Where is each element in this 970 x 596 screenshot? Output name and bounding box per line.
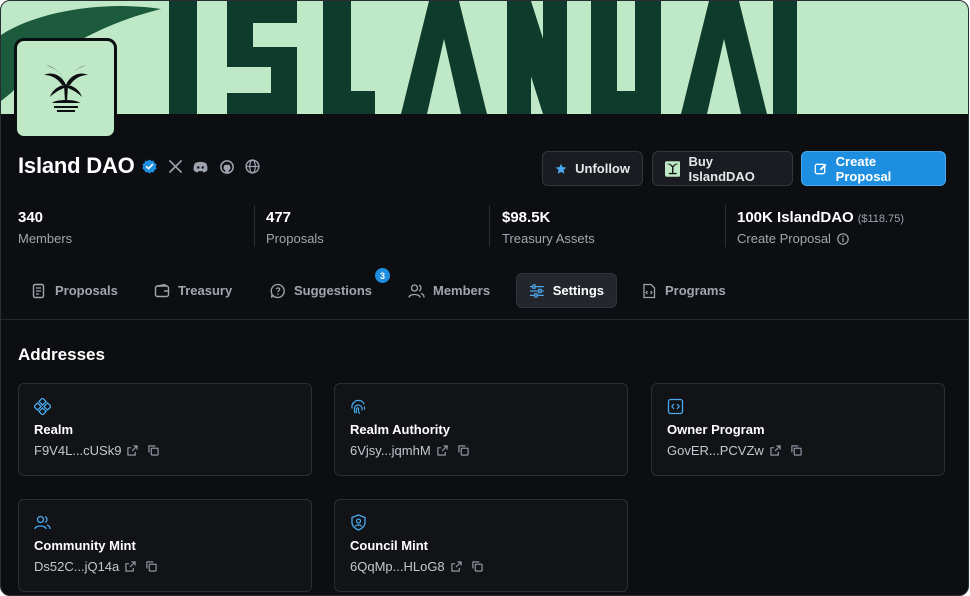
address-value: GovER...PCVZw (667, 443, 764, 458)
copy-icon[interactable] (472, 561, 483, 572)
stat-members: 340 Members (18, 209, 72, 246)
address-card-realm: Realm F9V4L...cUSk9 (18, 383, 312, 476)
stat-value: $98.5K (502, 209, 551, 226)
x-twitter-icon[interactable] (167, 158, 184, 175)
token-icon (665, 160, 681, 177)
info-icon[interactable] (837, 232, 849, 245)
external-link-icon[interactable] (451, 561, 462, 572)
address-label: Realm Authority (350, 422, 450, 437)
tab-suggestions[interactable]: Suggestions (258, 273, 384, 308)
fingerprint-icon (351, 399, 366, 415)
discord-icon[interactable] (192, 158, 209, 175)
address-value: 6Vjsy...jqmhM (350, 443, 431, 458)
address-value: 6QqMp...HLoG8 (350, 559, 445, 574)
divider (489, 205, 490, 247)
buy-token-label: Buy IslandDAO (688, 153, 755, 184)
stat-create-proposal: 100K IslandDAO ($118.75) Create Proposal (737, 209, 904, 246)
tab-programs[interactable]: Programs (629, 273, 738, 308)
tabs-divider (1, 319, 968, 320)
code-file-icon (643, 283, 656, 298)
tab-label: Suggestions (294, 283, 373, 298)
code-icon (667, 398, 684, 415)
address-label: Owner Program (667, 422, 765, 437)
banner-art (1, 1, 797, 114)
tab-members[interactable]: Members (396, 273, 502, 308)
copy-icon[interactable] (458, 445, 469, 456)
tab-label: Programs (665, 283, 726, 298)
address-card-owner-program: Owner Program GovER...PCVZw (651, 383, 945, 476)
tab-label: Proposals (55, 283, 118, 298)
external-link-icon[interactable] (437, 445, 448, 456)
proposals-icon (32, 283, 45, 298)
tab-proposals[interactable]: Proposals (19, 273, 130, 308)
globe-icon[interactable] (244, 158, 261, 175)
stat-value: 340 (18, 209, 44, 226)
edit-icon (814, 163, 827, 174)
dao-page: Island DAO Unfollow Buy IslandDAO Create… (0, 0, 969, 596)
address-label: Council Mint (350, 538, 428, 553)
tab-label: Settings (552, 283, 604, 298)
dao-name: Island DAO (18, 153, 135, 178)
users-icon (34, 515, 51, 530)
create-proposal-label: Create Proposal (835, 153, 892, 184)
address-value: F9V4L...cUSk9 (34, 443, 122, 458)
stat-proposals: 477 Proposals (266, 209, 324, 246)
chat-question-icon (270, 283, 285, 298)
divider (254, 205, 255, 247)
dao-banner (1, 1, 968, 114)
suggestions-count-badge: 3 (375, 268, 390, 283)
stat-label: Members (18, 231, 73, 246)
external-link-icon[interactable] (125, 561, 136, 572)
tab-settings[interactable]: Settings (516, 273, 617, 308)
create-proposal-button[interactable]: Create Proposal (801, 151, 946, 186)
unfollow-label: Unfollow (575, 161, 630, 176)
address-label: Community Mint (34, 538, 136, 553)
stat-label: Treasury Assets (502, 231, 595, 246)
tab-treasury[interactable]: Treasury (142, 273, 244, 308)
external-link-icon[interactable] (770, 445, 781, 456)
dao-avatar (14, 38, 117, 139)
divider (725, 205, 726, 247)
stat-value: 100K IslandDAO ($118.75) (737, 209, 904, 226)
tab-label: Members (433, 283, 491, 298)
proposal-threshold-usd: ($118.75) (857, 213, 904, 225)
tab-label: Treasury (178, 283, 233, 298)
stat-label: Proposals (266, 231, 324, 246)
stat-treasury: $98.5K Treasury Assets (502, 209, 595, 246)
address-card-realm-authority: Realm Authority 6Vjsy...jqmhM (334, 383, 628, 476)
copy-icon[interactable] (791, 445, 802, 456)
stat-label-row: Create Proposal (737, 231, 904, 246)
copy-icon[interactable] (148, 445, 160, 456)
shield-user-icon (351, 514, 366, 531)
star-icon (555, 163, 567, 174)
github-icon[interactable] (218, 158, 235, 175)
address-card-council-mint: Council Mint 6QqMp...HLoG8 (334, 499, 628, 592)
proposal-threshold: 100K IslandDAO (737, 209, 854, 226)
address-label: Realm (34, 422, 74, 437)
stat-value: 477 (266, 209, 292, 226)
stat-label: Create Proposal (737, 231, 831, 246)
external-link-icon[interactable] (127, 445, 139, 456)
buy-token-button[interactable]: Buy IslandDAO (652, 151, 793, 186)
address-value: Ds52C...jQ14a (34, 559, 120, 574)
address-card-community-mint: Community Mint Ds52C...jQ14a (18, 499, 312, 592)
realm-icon (33, 397, 52, 416)
copy-icon[interactable] (146, 561, 157, 572)
wallet-icon (154, 283, 170, 297)
sliders-icon (529, 283, 544, 298)
palm-tree-logo-icon (43, 64, 88, 112)
verified-badge-icon (142, 159, 157, 174)
users-icon (408, 283, 425, 298)
unfollow-button[interactable]: Unfollow (542, 151, 643, 186)
addresses-title: Addresses (18, 345, 105, 364)
